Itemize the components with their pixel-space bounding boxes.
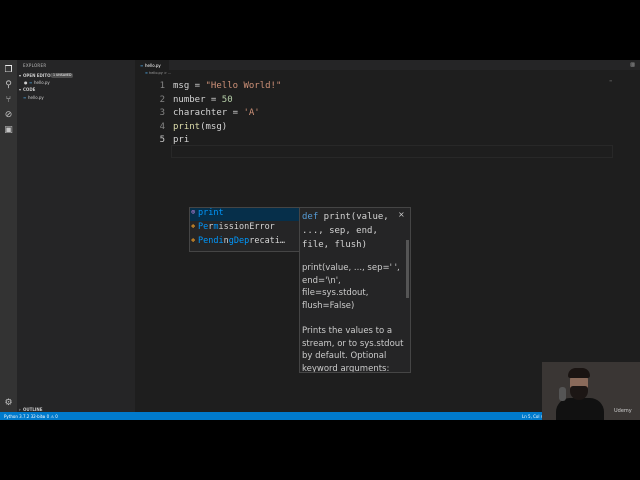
suggestion-label: PendingDeprecati… (198, 236, 286, 246)
current-line-highlight (171, 145, 613, 158)
source-control-icon[interactable]: ⑂ (3, 95, 14, 106)
line-number: 3 (159, 108, 165, 118)
signature: def print(value, ..., sep, end, file, fl… (302, 212, 389, 250)
folder-file-item[interactable]: ≡ hello.py (17, 94, 135, 101)
suggestion-permissionerror[interactable]: ❖ PermissionError (190, 222, 300, 235)
code-line: msg = "Hello World!" (173, 81, 282, 91)
webcam-overlay: Udemy (542, 362, 640, 420)
suggest-details-panel: def print(value, ..., sep, end, file, fl… (299, 207, 411, 373)
python-file-icon: ≡ (29, 80, 33, 85)
udemy-watermark: Udemy (614, 408, 632, 414)
suggestion-label: print (198, 208, 224, 218)
minimap-ruler: ≡ (609, 78, 613, 83)
tab-label: hello.py (145, 63, 161, 68)
suggestion-label: PermissionError (198, 222, 275, 232)
code-line: charachter = 'A' (173, 108, 260, 118)
microphone-icon (559, 387, 566, 401)
open-editor-filename: hello.py (34, 80, 50, 85)
unsaved-badge: 1 UNSAVED (51, 73, 74, 78)
method-icon: ⊚ (191, 208, 196, 216)
python-file-icon: ≡ (23, 95, 27, 100)
line-number: 1 (159, 81, 165, 91)
gear-icon[interactable]: ⚙ (3, 398, 14, 409)
suggest-widget: ⊚ print ❖ PermissionError ❖ PendingDepre… (189, 207, 301, 252)
open-editors-section[interactable]: ▾ OPEN EDITORS 1 UNSAVED (17, 72, 135, 79)
details-scrollbar[interactable] (406, 240, 409, 298)
code-line: print(msg) (173, 121, 228, 132)
class-icon: ❖ (191, 236, 196, 244)
webcam-person-hair (568, 368, 590, 378)
webcam-person-body (556, 398, 604, 420)
line-number: 2 (159, 94, 165, 105)
chevron-down-icon: ▾ (19, 73, 22, 78)
extensions-icon[interactable]: ▣ (3, 125, 14, 136)
code-line: pri (173, 135, 190, 145)
split-editor-icon[interactable]: ▥ (630, 62, 635, 68)
breadcrumb-file: hello.py (149, 71, 163, 75)
line-number: 5 (159, 135, 165, 145)
chevron-down-icon: ▾ (19, 87, 22, 92)
tab-hello-py[interactable]: ≡ hello.py (135, 60, 169, 70)
suggestion-print[interactable]: ⊚ print (190, 208, 300, 221)
tab-bar: ≡ hello.py ▥ (135, 60, 640, 70)
breadcrumb[interactable]: ≡ hello.py > ... (145, 71, 171, 75)
explorer-sidebar: EXPLORER ▾ OPEN EDITORS 1 UNSAVED ● ≡ he… (17, 60, 135, 412)
files-icon[interactable]: ❐ (3, 65, 14, 76)
breadcrumb-rest: > ... (162, 71, 172, 75)
doc-signature: print(value, ..., sep=' ', end='\n', fil… (302, 263, 400, 311)
problems-status[interactable]: ⊗ 0 ⚠ 0 (42, 414, 58, 419)
unsaved-dot-icon[interactable]: ● (24, 80, 28, 85)
search-icon[interactable]: ⚲ (3, 80, 14, 91)
cursor-position[interactable]: Ln 5, Col 4 (522, 414, 543, 419)
suggestion-pendingdeprecation[interactable]: ❖ PendingDeprecati… (190, 236, 300, 249)
line-number: 4 (159, 121, 165, 132)
folder-filename: hello.py (28, 95, 44, 100)
activity-bar: ❐ ⚲ ⑂ ⊘ ▣ ⚙ (0, 60, 17, 412)
code-line: number = 50 (173, 94, 233, 105)
class-icon: ❖ (191, 222, 196, 230)
close-icon[interactable]: × (398, 210, 405, 219)
interpreter-status[interactable]: Python 3.7.2 32-bit (4, 414, 42, 419)
python-file-icon: ≡ (140, 63, 144, 68)
debug-icon[interactable]: ⊘ (3, 110, 14, 121)
open-editor-item[interactable]: ● ≡ hello.py (17, 79, 135, 86)
doc-description: Prints the values to a stream, or to sys… (302, 326, 404, 373)
folder-section[interactable]: ▾ CODE (17, 86, 135, 93)
explorer-title: EXPLORER (23, 63, 47, 68)
folder-label: CODE (23, 87, 36, 92)
